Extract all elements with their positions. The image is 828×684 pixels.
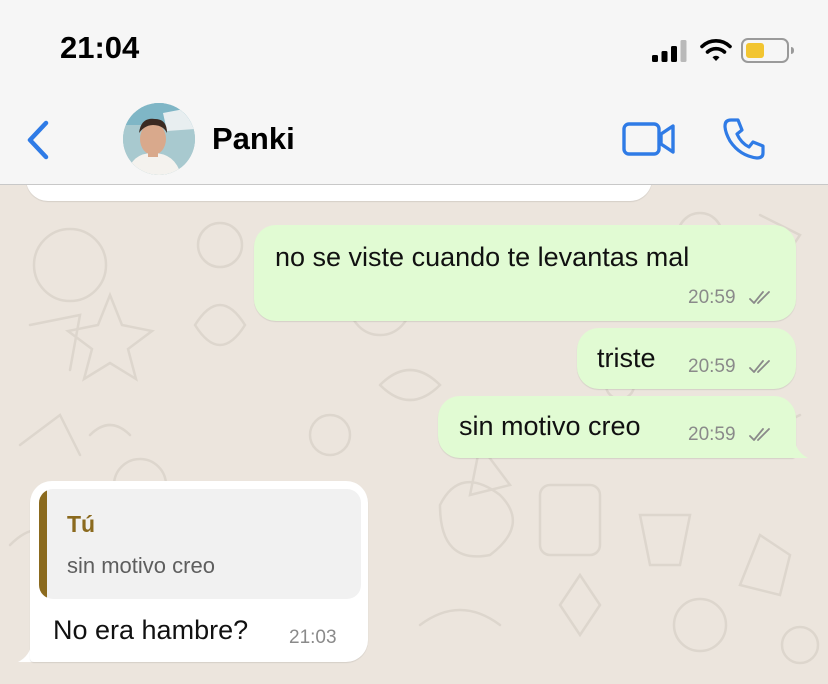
message-time: 20:59 xyxy=(688,356,736,377)
contact-avatar[interactable] xyxy=(123,103,195,175)
message-text: No era hambre? xyxy=(53,615,249,645)
message-text: triste xyxy=(597,343,656,373)
message-time: 21:03 xyxy=(289,627,337,648)
read-receipt-icon xyxy=(749,360,770,373)
cellular-signal-icon xyxy=(652,40,687,62)
outgoing-message-bubble[interactable]: triste 20:59 xyxy=(577,328,796,389)
quote-author: Tú xyxy=(67,511,96,537)
previous-message-bubble[interactable] xyxy=(26,185,652,201)
video-call-icon[interactable] xyxy=(622,121,676,157)
wifi-icon xyxy=(700,39,732,61)
message-text: no se viste cuando te levantas mal xyxy=(275,242,690,272)
quote-accent-bar xyxy=(39,489,47,599)
incoming-message-bubble[interactable]: Tú sin motivo creo No era hambre? 21:03 xyxy=(30,481,368,662)
contact-name[interactable]: Panki xyxy=(212,121,295,157)
message-time: 20:59 xyxy=(688,424,736,445)
back-chevron-icon[interactable] xyxy=(24,119,54,161)
status-time: 21:04 xyxy=(60,30,140,65)
message-list[interactable]: no se viste cuando te levantas mal 20:59… xyxy=(0,185,828,684)
read-receipt-icon xyxy=(749,291,770,304)
read-receipt-icon xyxy=(749,428,770,441)
quote-text: sin motivo creo xyxy=(67,553,215,578)
quoted-reply[interactable]: Tú sin motivo creo xyxy=(39,489,361,599)
message-time: 20:59 xyxy=(688,287,736,308)
voice-call-icon[interactable] xyxy=(722,117,766,161)
chat-header: Panki xyxy=(0,95,828,185)
message-text: sin motivo creo xyxy=(459,411,641,441)
battery-icon xyxy=(741,38,794,63)
status-bar: 21:04 xyxy=(0,0,828,95)
outgoing-message-bubble[interactable]: sin motivo creo 20:59 xyxy=(438,396,796,458)
outgoing-message-bubble[interactable]: no se viste cuando te levantas mal 20:59 xyxy=(254,225,796,321)
bubble-tail xyxy=(788,438,808,458)
